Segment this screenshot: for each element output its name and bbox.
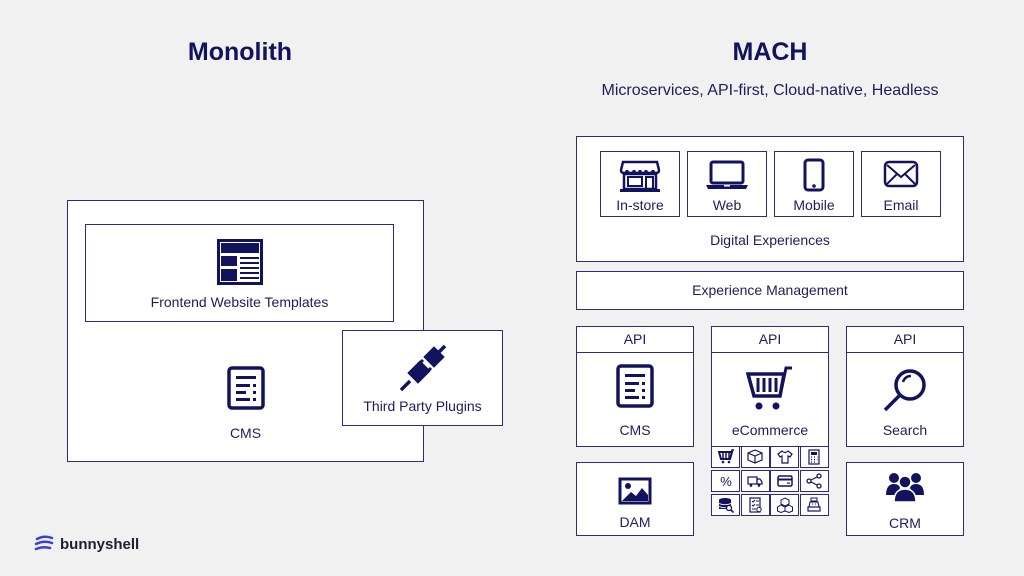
ecommerce-feature-cell bbox=[711, 494, 740, 516]
crm-label: CRM bbox=[889, 515, 921, 531]
ecommerce-feature-cell bbox=[740, 446, 770, 468]
service-label: eCommerce bbox=[731, 422, 809, 438]
svg-text:%: % bbox=[720, 474, 732, 489]
service-ecommerce: API eCommerce bbox=[711, 326, 829, 447]
truck-icon bbox=[747, 473, 763, 489]
channel-email: Email bbox=[861, 151, 941, 217]
ecommerce-feature-cell bbox=[799, 446, 829, 468]
ecommerce-feature-cell bbox=[740, 470, 770, 492]
cms-icon bbox=[226, 366, 265, 410]
mach-subtitle: Microservices, API-first, Cloud-native, … bbox=[601, 82, 939, 99]
bunnyshell-logo: bunnyshell bbox=[34, 535, 139, 553]
experience-management-label: Experience Management bbox=[692, 282, 848, 298]
checklist-icon bbox=[747, 497, 763, 513]
cart-icon bbox=[717, 449, 734, 465]
ecommerce-feature-cell: % bbox=[711, 470, 740, 492]
service-label: CMS bbox=[619, 422, 651, 438]
dam-label: DAM bbox=[619, 514, 651, 530]
website-template-icon bbox=[216, 239, 263, 285]
bunnyshell-wordmark: bunnyshell bbox=[60, 535, 140, 553]
cash-register-icon bbox=[806, 497, 822, 513]
bunnyshell-logo-icon bbox=[34, 535, 54, 553]
mach-title: MACH bbox=[732, 38, 808, 66]
users-group-icon bbox=[885, 471, 925, 503]
channel-label: Web bbox=[712, 197, 742, 213]
ecommerce-feature-cell bbox=[799, 470, 829, 492]
api-label: API bbox=[847, 327, 963, 353]
storefront-icon bbox=[619, 160, 661, 192]
ecommerce-feature-cell bbox=[770, 494, 799, 516]
frontend-templates-box: Frontend Website Templates bbox=[85, 224, 394, 322]
percent-icon: % bbox=[718, 473, 734, 489]
channel-in-store: In-store bbox=[600, 151, 680, 217]
third-party-plugins-label: Third Party Plugins bbox=[363, 398, 482, 414]
ecommerce-feature-cell bbox=[711, 446, 740, 468]
cms-label: CMS bbox=[229, 425, 262, 441]
service-cms: API CMS bbox=[576, 326, 694, 447]
channel-label: Mobile bbox=[793, 197, 835, 213]
share-icon bbox=[806, 473, 822, 489]
channel-mobile: Mobile bbox=[774, 151, 854, 217]
ecommerce-feature-cell bbox=[770, 470, 799, 492]
tshirt-icon bbox=[776, 449, 793, 465]
service-label: Search bbox=[882, 422, 928, 438]
package-icon bbox=[747, 449, 763, 465]
crm-box: CRM bbox=[846, 462, 964, 536]
channel-label: Email bbox=[883, 197, 919, 213]
channel-label: In-store bbox=[616, 197, 664, 213]
channel-web: Web bbox=[687, 151, 767, 217]
experience-management-box: Experience Management bbox=[576, 271, 964, 310]
calculator-icon bbox=[806, 449, 822, 465]
dam-box: DAM bbox=[576, 462, 694, 536]
ecommerce-features-grid: % bbox=[711, 446, 829, 518]
laptop-icon bbox=[705, 160, 749, 190]
boxes-icon bbox=[776, 497, 793, 513]
api-label: API bbox=[577, 327, 693, 353]
ecommerce-feature-cell bbox=[740, 494, 770, 516]
image-icon bbox=[618, 477, 652, 505]
search-icon bbox=[882, 367, 928, 413]
ecommerce-feature-cell bbox=[799, 494, 829, 516]
mobile-icon bbox=[803, 158, 825, 192]
api-label: API bbox=[712, 327, 828, 353]
database-search-icon bbox=[718, 497, 734, 513]
third-party-plugins-box: Third Party Plugins bbox=[342, 330, 503, 426]
credit-card-icon bbox=[776, 473, 793, 489]
envelope-icon bbox=[883, 160, 919, 188]
plug-icon bbox=[398, 343, 448, 393]
frontend-templates-label: Frontend Website Templates bbox=[150, 294, 329, 310]
ecommerce-feature-cell bbox=[770, 446, 799, 468]
digital-experiences-label: Digital Experiences bbox=[710, 232, 830, 248]
service-search: API Search bbox=[846, 326, 964, 447]
monolith-title: Monolith bbox=[187, 38, 293, 66]
cart-icon bbox=[746, 364, 794, 412]
cms-icon bbox=[616, 364, 654, 408]
